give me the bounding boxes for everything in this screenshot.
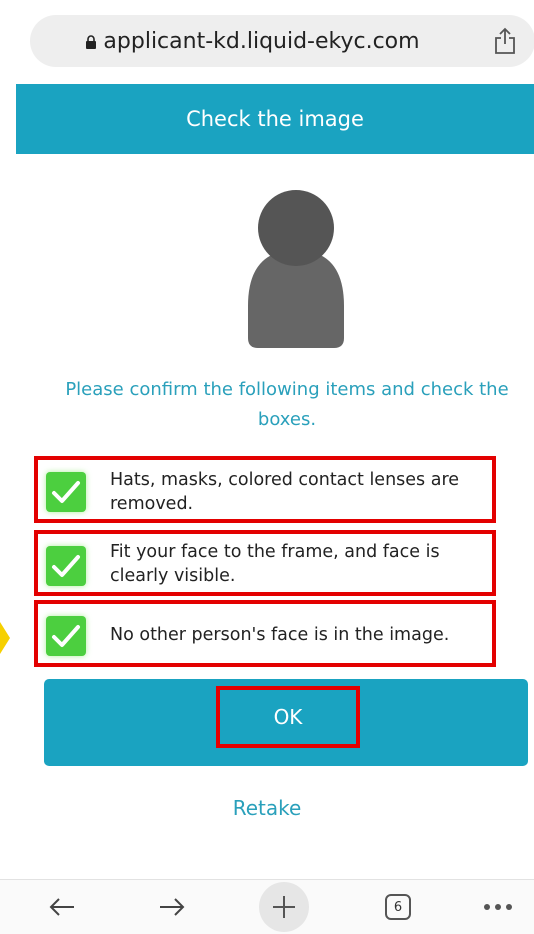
tab-count: 6 [393, 899, 403, 915]
url-text: applicant-kd.liquid-ekyc.com [103, 28, 420, 54]
forward-button[interactable] [150, 880, 194, 934]
page-header: Check the image [16, 84, 534, 154]
person-silhouette-icon [248, 190, 344, 348]
checklist-item-face-visible[interactable]: Fit your face to the frame, and face is … [34, 530, 496, 596]
checklist-item-label: Hats, masks, colored contact lenses are … [110, 470, 460, 514]
checklist-item-label: No other person's face is in the image. [110, 625, 450, 645]
share-icon[interactable] [493, 27, 517, 55]
checkbox[interactable] [46, 472, 86, 512]
arrow-right-icon [160, 898, 185, 916]
page-title: Check the image [186, 107, 364, 131]
address-bar[interactable]: applicant-kd.liquid-ekyc.com [30, 15, 534, 67]
new-tab-button[interactable] [258, 880, 310, 934]
checkmark-icon [52, 625, 80, 647]
tabs-button[interactable]: 6 [380, 880, 416, 934]
back-button[interactable] [40, 880, 84, 934]
checkmark-icon [52, 481, 80, 503]
plus-icon [259, 882, 309, 932]
more-menu-button[interactable] [478, 880, 518, 934]
pointer-marker-icon [0, 622, 10, 654]
checklist-item-label: Fit your face to the frame, and face is … [110, 542, 440, 586]
instructions-text: Please confirm the following items and c… [65, 379, 509, 430]
lock-icon [86, 35, 97, 49]
url-display[interactable]: applicant-kd.liquid-ekyc.com [30, 15, 475, 67]
checkbox[interactable] [46, 616, 86, 656]
retake-link[interactable]: Retake [0, 796, 534, 820]
checklist-item-accessories[interactable]: Hats, masks, colored contact lenses are … [34, 456, 496, 523]
checklist-item-no-other-person[interactable]: No other person's face is in the image. [34, 600, 496, 667]
ok-button-label[interactable]: OK [216, 686, 360, 748]
checkmark-icon [52, 555, 80, 577]
tab-count-badge: 6 [385, 894, 411, 920]
more-dots-icon [484, 904, 512, 910]
arrow-left-icon [49, 898, 74, 916]
browser-toolbar: 6 [0, 879, 534, 934]
checkbox[interactable] [46, 546, 86, 586]
